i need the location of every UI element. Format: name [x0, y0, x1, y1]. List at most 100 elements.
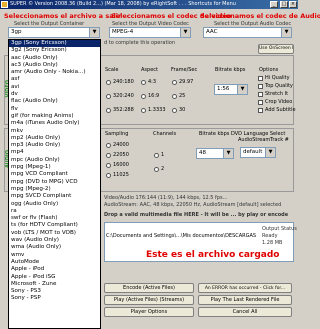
play-active-button[interactable]: Play (Active Files) (Streams) — [104, 295, 194, 305]
container-option[interactable]: aac (Audio Only) — [9, 55, 100, 62]
close-button[interactable]: × — [289, 1, 297, 8]
sampling-radio[interactable] — [106, 173, 111, 178]
onscreen-display-button[interactable]: Use OnScreen Display — [258, 44, 294, 54]
option-label: Crop Video — [265, 99, 293, 105]
container-option[interactable]: 3gp (Sony Ericsson) — [9, 40, 100, 48]
scale-radio[interactable] — [106, 108, 111, 113]
track-label: Track # — [270, 137, 289, 143]
container-option[interactable]: mpg (DVD to MPG) VCD — [9, 179, 100, 186]
container-option[interactable]: gif (for making Anims) — [9, 113, 100, 120]
fps-radio[interactable] — [172, 108, 177, 113]
language-select[interactable]: default ▼ — [240, 147, 276, 158]
container-option[interactable]: Microsoft - Zune — [9, 281, 100, 288]
aspect-radio[interactable] — [141, 108, 146, 113]
container-option[interactable]: mpg VCD Compliant — [9, 171, 100, 178]
mencoder-error-button[interactable]: An ERROR has occurred - Click for... — [198, 283, 292, 293]
chevron-down-icon[interactable]: ▼ — [89, 28, 99, 37]
container-option[interactable]: dv — [9, 91, 100, 98]
container-option[interactable]: mpg (Mpeg-2) — [9, 186, 100, 193]
container-option[interactable]: flac (Audio Only) — [9, 98, 100, 105]
cancel-all-button[interactable]: Cancel All — [198, 307, 292, 317]
container-option[interactable]: AutoMode — [9, 259, 100, 266]
container-option[interactable]: mpc (Audio Only) — [9, 157, 100, 164]
drop-zone-text[interactable]: Drop a valid multimedia file HERE - It w… — [104, 212, 294, 218]
sampling-value: 22050 — [113, 152, 129, 158]
option-label: Add Subtitle — [265, 107, 296, 113]
container-option[interactable]: avi — [9, 84, 100, 91]
sampling-radio[interactable] — [106, 143, 111, 148]
aspect-radio[interactable] — [141, 94, 146, 99]
container-option[interactable]: Apple - iPod — [9, 266, 100, 273]
container-option[interactable]: wmv — [9, 252, 100, 259]
file-list-header: Output Status — [262, 226, 297, 232]
chevron-down-icon[interactable]: ▼ — [223, 149, 233, 158]
container-select-value: 3gp — [11, 29, 22, 35]
crop-checkbox[interactable] — [258, 100, 263, 105]
container-option[interactable]: swf or flv (Flash) — [9, 215, 100, 222]
sampling-radio[interactable] — [106, 153, 111, 158]
fps-radio[interactable] — [172, 80, 177, 85]
file-status: Ready — [262, 233, 278, 239]
container-option[interactable]: m4a (iTunes Audio Only) — [9, 120, 100, 127]
container-option[interactable]: ac3 (Audio Only) — [9, 62, 100, 69]
chevron-down-icon[interactable]: ▼ — [237, 85, 247, 94]
container-option[interactable]: wma (Audio Only) — [9, 244, 100, 251]
aspect-value: 16:9 — [148, 93, 160, 99]
container-option[interactable]: asf — [9, 76, 100, 83]
container-option[interactable]: vob (LTS / MOT to VOB) — [9, 230, 100, 237]
player-options-button[interactable]: Player Options — [104, 307, 194, 317]
play-last-button[interactable]: Play The Last Rendered File — [198, 295, 292, 305]
video-bitrate-select[interactable]: 1:56 ▼ — [214, 84, 248, 95]
container-option[interactable]: mp4 — [9, 149, 100, 156]
container-option[interactable]: Apple - iPod iSG — [9, 274, 100, 281]
chevron-down-icon[interactable]: ▼ — [265, 148, 275, 157]
audio-codec-heading: Seleccionamos el codec de Audio — [200, 12, 320, 20]
scale-label: Scale — [104, 67, 120, 73]
chevron-down-icon[interactable]: ▼ — [180, 28, 190, 37]
container-option[interactable]: ra — [9, 208, 100, 215]
channel-radio[interactable] — [154, 153, 159, 158]
container-option[interactable]: mpg (Mpeg-1) — [9, 164, 100, 171]
video-codec-select[interactable]: MPEG-4 ▼ — [109, 27, 191, 38]
container-option[interactable]: ts (for HDTV Compliant) — [9, 222, 100, 229]
audio-codec-select-value: AAC — [206, 29, 218, 35]
hi-quality-checkbox[interactable] — [258, 76, 263, 81]
language-value: default — [243, 149, 263, 155]
aspect-radio[interactable] — [141, 80, 146, 85]
container-option[interactable]: ogg (Audio Only) — [9, 201, 100, 208]
container-option[interactable]: mpg SVCD Compliant — [9, 193, 100, 200]
container-option[interactable]: wav (Audio Only) — [9, 237, 100, 244]
info-line-2: AudioStream: AAC, 48 kbps, 22050 Hz, Aud… — [104, 202, 282, 208]
sampling-radio[interactable] — [106, 163, 111, 168]
info-line: Video/Audio 176:144 (11:9), 144 kbps, 12… — [104, 195, 228, 201]
stretch-checkbox[interactable] — [258, 92, 263, 97]
fps-value: 30 — [179, 107, 186, 113]
container-heading: Seleccionamos el archivo a salir — [4, 12, 122, 20]
file-path[interactable]: C:\Documents and Settings\...\Mis docume… — [106, 233, 256, 239]
container-option[interactable]: mkv — [9, 128, 100, 135]
container-option[interactable]: Sony - PS3 — [9, 288, 100, 295]
container-select[interactable]: 3gp ▼ — [8, 27, 100, 38]
audio-bitrate-label: Bitrate kbps — [198, 131, 231, 137]
container-option[interactable]: amr (Audio Only - Nokia...) — [9, 69, 100, 76]
container-dropdown-list[interactable]: 3gp (Sony Ericsson) 3g2 (Sony Ericsson) aa… — [8, 39, 101, 329]
chevron-down-icon[interactable]: ▼ — [281, 28, 291, 37]
audio-codec-select[interactable]: AAC ▼ — [203, 27, 292, 38]
audio-bitrate-select[interactable]: 48 ▼ — [196, 148, 234, 159]
channel-radio[interactable] — [154, 167, 159, 172]
container-option[interactable]: mp2 (Audio Only) — [9, 135, 100, 142]
maximize-button[interactable]: □ — [280, 1, 288, 8]
top-quality-checkbox[interactable] — [258, 84, 263, 89]
container-option[interactable]: mp3 (Audio Only) — [9, 142, 100, 149]
scale-radio[interactable] — [106, 80, 111, 85]
container-option[interactable]: flv — [9, 106, 100, 113]
fps-radio[interactable] — [172, 94, 177, 99]
subtitle-checkbox[interactable] — [258, 108, 263, 113]
window-title: SUPER © Version 2008.36 (Build 2...) (Ma… — [0, 0, 298, 9]
encode-button[interactable]: Encode (Active Files) — [104, 283, 194, 293]
file-size: 1.28 MB — [262, 240, 283, 246]
container-option[interactable]: 3g2 (Sony Ericsson) — [9, 47, 100, 54]
scale-radio[interactable] — [106, 94, 111, 99]
container-option[interactable]: Sony - PSP — [9, 295, 100, 302]
minimize-button[interactable]: _ — [270, 1, 278, 8]
